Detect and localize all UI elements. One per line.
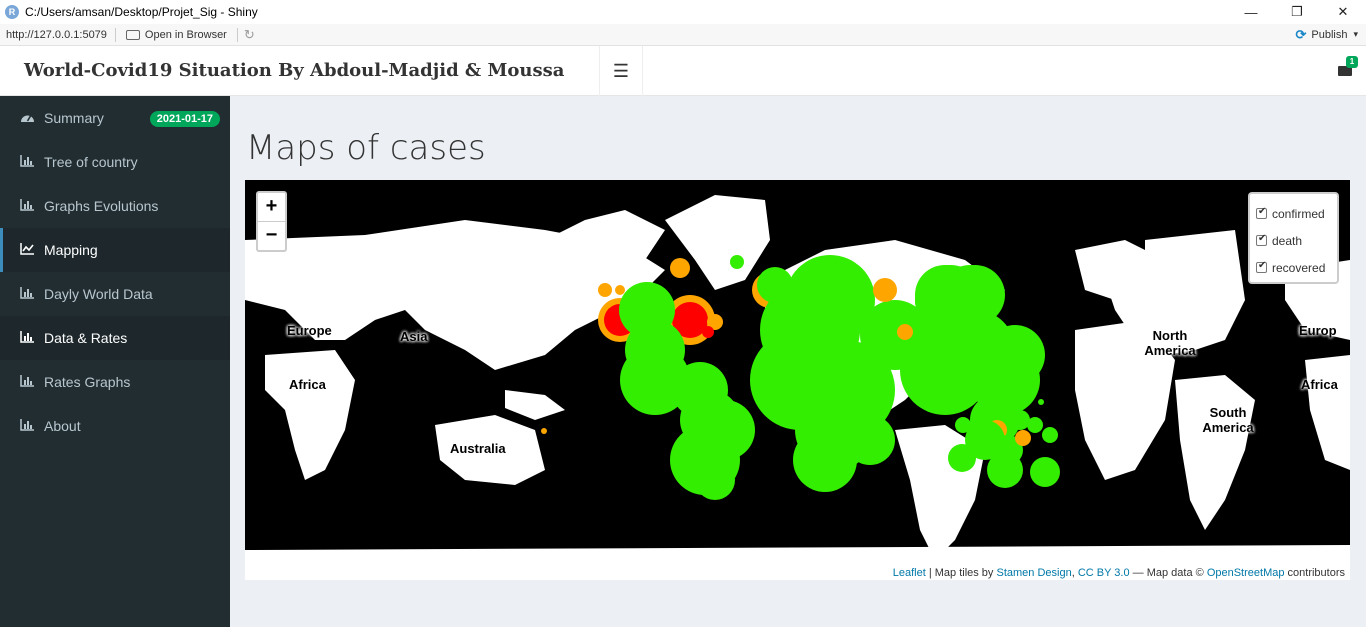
bar-chart-icon — [20, 331, 36, 345]
map-label-africa-left: Africa — [289, 377, 326, 392]
layer-toggle-death[interactable]: death — [1256, 227, 1331, 254]
map-label-south-america: South America — [1202, 405, 1254, 435]
sidebar-toggle-button[interactable]: ☰ — [600, 46, 643, 96]
sidebar-item-label: Dayly World Data — [44, 286, 153, 302]
minimize-button[interactable]: — — [1228, 0, 1274, 24]
layer-label: death — [1272, 233, 1303, 248]
sidebar-item-summary[interactable]: Summary 2021-01-17 — [0, 96, 230, 140]
sidebar-item-rates-graphs[interactable]: Rates Graphs — [0, 360, 230, 404]
layer-toggle-recovered[interactable]: recovered — [1256, 254, 1331, 281]
sidebar-item-mapping[interactable]: Mapping — [0, 228, 230, 272]
bar-chart-icon — [20, 419, 36, 433]
chevron-down-icon: ▾ — [1353, 29, 1358, 39]
sidebar-item-label: Tree of country — [44, 154, 138, 170]
checkbox-checked-icon[interactable] — [1256, 206, 1267, 219]
sidebar-item-about[interactable]: About — [0, 404, 230, 448]
attribution-text: | Map tiles by — [925, 567, 997, 579]
browser-window-icon — [125, 29, 140, 40]
map-label-europe-left: Europe — [287, 323, 332, 338]
sidebar-item-label: Summary — [44, 110, 104, 126]
sidebar-item-dayly-world-data[interactable]: Dayly World Data — [0, 272, 230, 316]
window-titlebar: R C:/Users/amsan/Desktop/Projet_Sig - Sh… — [0, 0, 1366, 24]
zoom-control: + − — [256, 191, 287, 252]
map-tiles — [245, 180, 1350, 580]
line-chart-icon — [20, 243, 36, 257]
refresh-icon[interactable]: ↻ — [238, 27, 255, 43]
notifications-button[interactable]: 1 — [1334, 56, 1358, 82]
attribution-contrib: contributors — [1284, 567, 1345, 579]
bar-chart-icon — [20, 199, 36, 213]
r-app-icon: R — [5, 5, 19, 19]
map-label-north-america: North America — [1144, 328, 1196, 358]
leaflet-link[interactable]: Leaflet — [893, 567, 926, 579]
layers-control: confirmed death recovered — [1248, 192, 1339, 284]
open-in-browser-button[interactable]: Open in Browser — [116, 27, 238, 42]
stamen-link[interactable]: Stamen Design — [996, 567, 1071, 579]
checkbox-checked-icon[interactable] — [1256, 260, 1267, 273]
sidebar-item-graphs-evolutions[interactable]: Graphs Evolutions — [0, 184, 230, 228]
map-label-australia: Australia — [450, 441, 506, 456]
map-attribution: Leaflet | Map tiles by Stamen Design, CC… — [887, 566, 1350, 580]
close-button[interactable]: ✕ — [1320, 0, 1366, 24]
dashboard-icon — [20, 111, 36, 125]
notification-count-badge: 1 — [1346, 56, 1358, 68]
app-header: World-Covid19 Situation By Abdoul-Madjid… — [0, 46, 1366, 96]
open-in-browser-label: Open in Browser — [144, 28, 227, 41]
date-badge: 2021-01-17 — [149, 111, 220, 127]
url-text: http://127.0.0.1:5079 — [0, 27, 116, 42]
window-title: C:/Users/amsan/Desktop/Projet_Sig - Shin… — [25, 5, 258, 19]
zoom-in-button[interactable]: + — [258, 193, 285, 222]
maximize-button[interactable]: ❐ — [1274, 0, 1320, 24]
sidebar-item-label: Mapping — [44, 242, 98, 258]
layer-label: confirmed — [1272, 206, 1325, 221]
osm-link[interactable]: OpenStreetMap — [1207, 567, 1285, 579]
bar-chart-icon — [20, 287, 36, 301]
sidebar-item-label: About — [44, 418, 81, 434]
map-label-africa-right: Africa — [1301, 377, 1338, 392]
sidebar-item-label: Graphs Evolutions — [44, 198, 159, 214]
publish-label: Publish — [1311, 28, 1348, 41]
sidebar-item-data-rates[interactable]: Data & Rates — [0, 316, 230, 360]
map-label-europe-right: Europ — [1299, 323, 1337, 338]
app-brand-title[interactable]: World-Covid19 Situation By Abdoul-Madjid… — [0, 46, 600, 96]
layer-label: recovered — [1272, 260, 1326, 275]
map-label-asia: Asia — [400, 329, 428, 344]
zoom-out-button[interactable]: − — [258, 222, 285, 251]
attribution-data-text: — Map data © — [1129, 567, 1207, 579]
publish-button[interactable]: ⟳ Publish ▾ — [1295, 27, 1366, 43]
page-title: Maps of cases — [246, 128, 486, 168]
bar-chart-icon — [20, 155, 36, 169]
sidebar-item-tree-of-country[interactable]: Tree of country — [0, 140, 230, 184]
bar-chart-icon — [20, 375, 36, 389]
viewer-toolbar: http://127.0.0.1:5079 Open in Browser ↻ … — [0, 24, 1366, 46]
publish-icon: ⟳ — [1295, 26, 1307, 42]
cc-link[interactable]: CC BY 3.0 — [1078, 567, 1130, 579]
leaflet-map[interactable]: Europe Asia Africa Australia North Ameri… — [245, 180, 1350, 580]
sidebar: Summary 2021-01-17 Tree of country Graph… — [0, 96, 230, 627]
layer-toggle-confirmed[interactable]: confirmed — [1256, 200, 1331, 227]
sidebar-item-label: Rates Graphs — [44, 374, 131, 390]
sidebar-item-label: Data & Rates — [44, 330, 128, 346]
checkbox-checked-icon[interactable] — [1256, 233, 1267, 246]
